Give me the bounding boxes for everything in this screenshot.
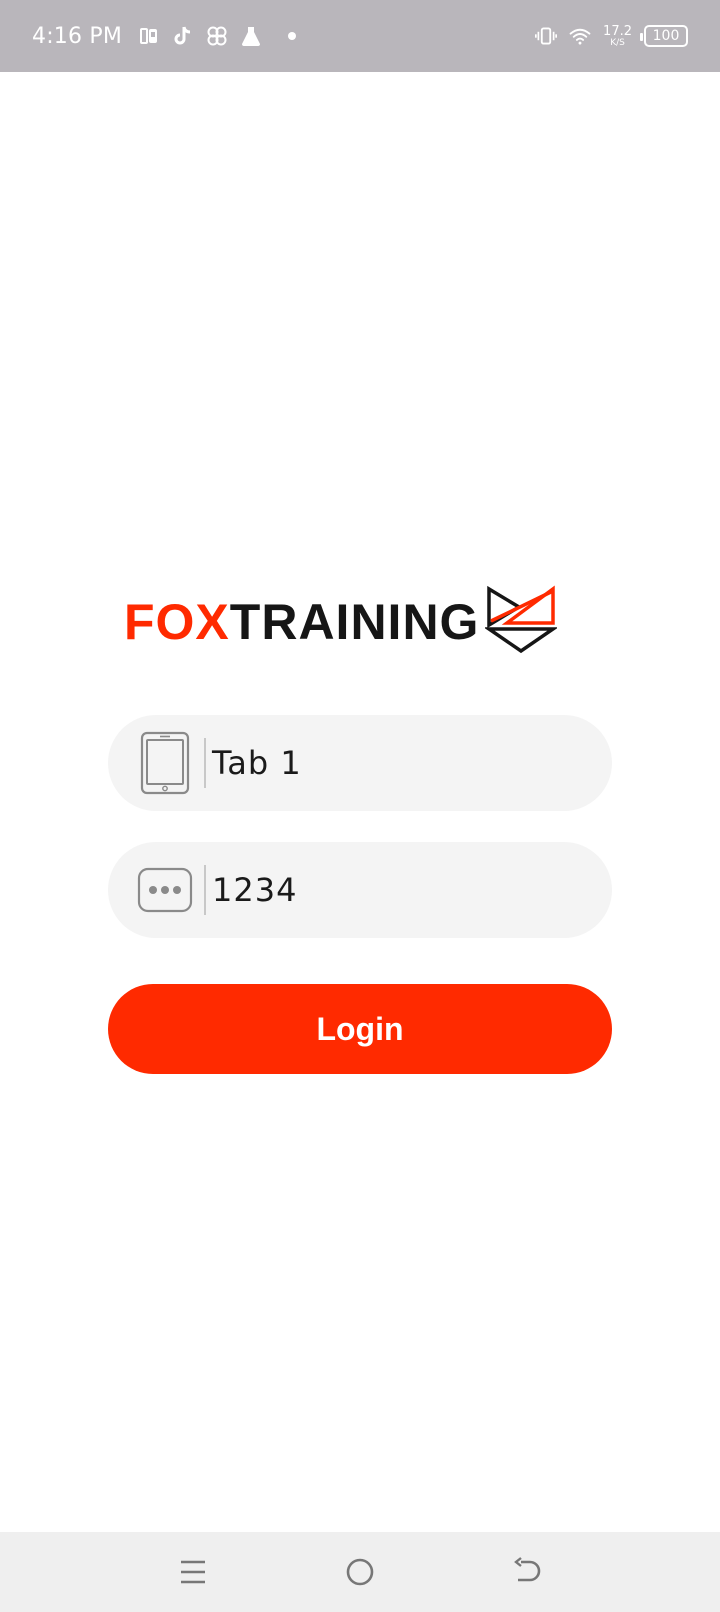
pocket-icon xyxy=(138,25,160,47)
logo-text-fox: FOX xyxy=(124,594,230,650)
network-speed: 17.2 K/S xyxy=(603,25,632,48)
field-divider xyxy=(204,738,206,788)
menu-icon[interactable] xyxy=(163,1542,223,1602)
logo-text: FOXTRAINING xyxy=(124,597,479,647)
logo-mark-icon xyxy=(483,585,560,660)
flask-icon xyxy=(240,25,262,47)
device-name-field[interactable]: Tab 1 xyxy=(108,715,612,811)
back-icon[interactable] xyxy=(497,1542,557,1602)
battery-level: 100 xyxy=(652,28,680,44)
login-button[interactable]: Login xyxy=(108,984,612,1074)
device-name-input[interactable]: Tab 1 xyxy=(212,744,302,782)
status-time: 4:16 PM xyxy=(32,23,123,49)
wifi-icon xyxy=(569,25,591,47)
pin-field[interactable]: 1234 xyxy=(108,842,612,938)
network-speed-unit: K/S xyxy=(610,37,625,48)
pinwheel-icon xyxy=(206,25,228,47)
system-nav-bar xyxy=(0,1532,720,1612)
logo-text-training: TRAINING xyxy=(229,594,480,650)
pin-input[interactable]: 1234 xyxy=(212,871,297,909)
status-right: 17.2 K/S 100 xyxy=(535,25,688,48)
tablet-icon xyxy=(136,731,194,795)
notification-dot xyxy=(288,32,297,40)
vibrate-icon xyxy=(535,25,558,47)
status-left: 4:16 PM xyxy=(32,23,297,49)
brand-logo: FOXTRAINING xyxy=(124,584,560,660)
home-icon[interactable] xyxy=(330,1542,390,1602)
status-bar: 4:16 PM 17.2 K/S 100 xyxy=(0,0,720,72)
network-speed-value: 17.2 xyxy=(603,23,632,39)
password-dots-icon xyxy=(136,867,194,913)
field-divider xyxy=(204,865,206,915)
tiktok-icon xyxy=(172,25,194,47)
battery-icon: 100 xyxy=(640,25,688,47)
